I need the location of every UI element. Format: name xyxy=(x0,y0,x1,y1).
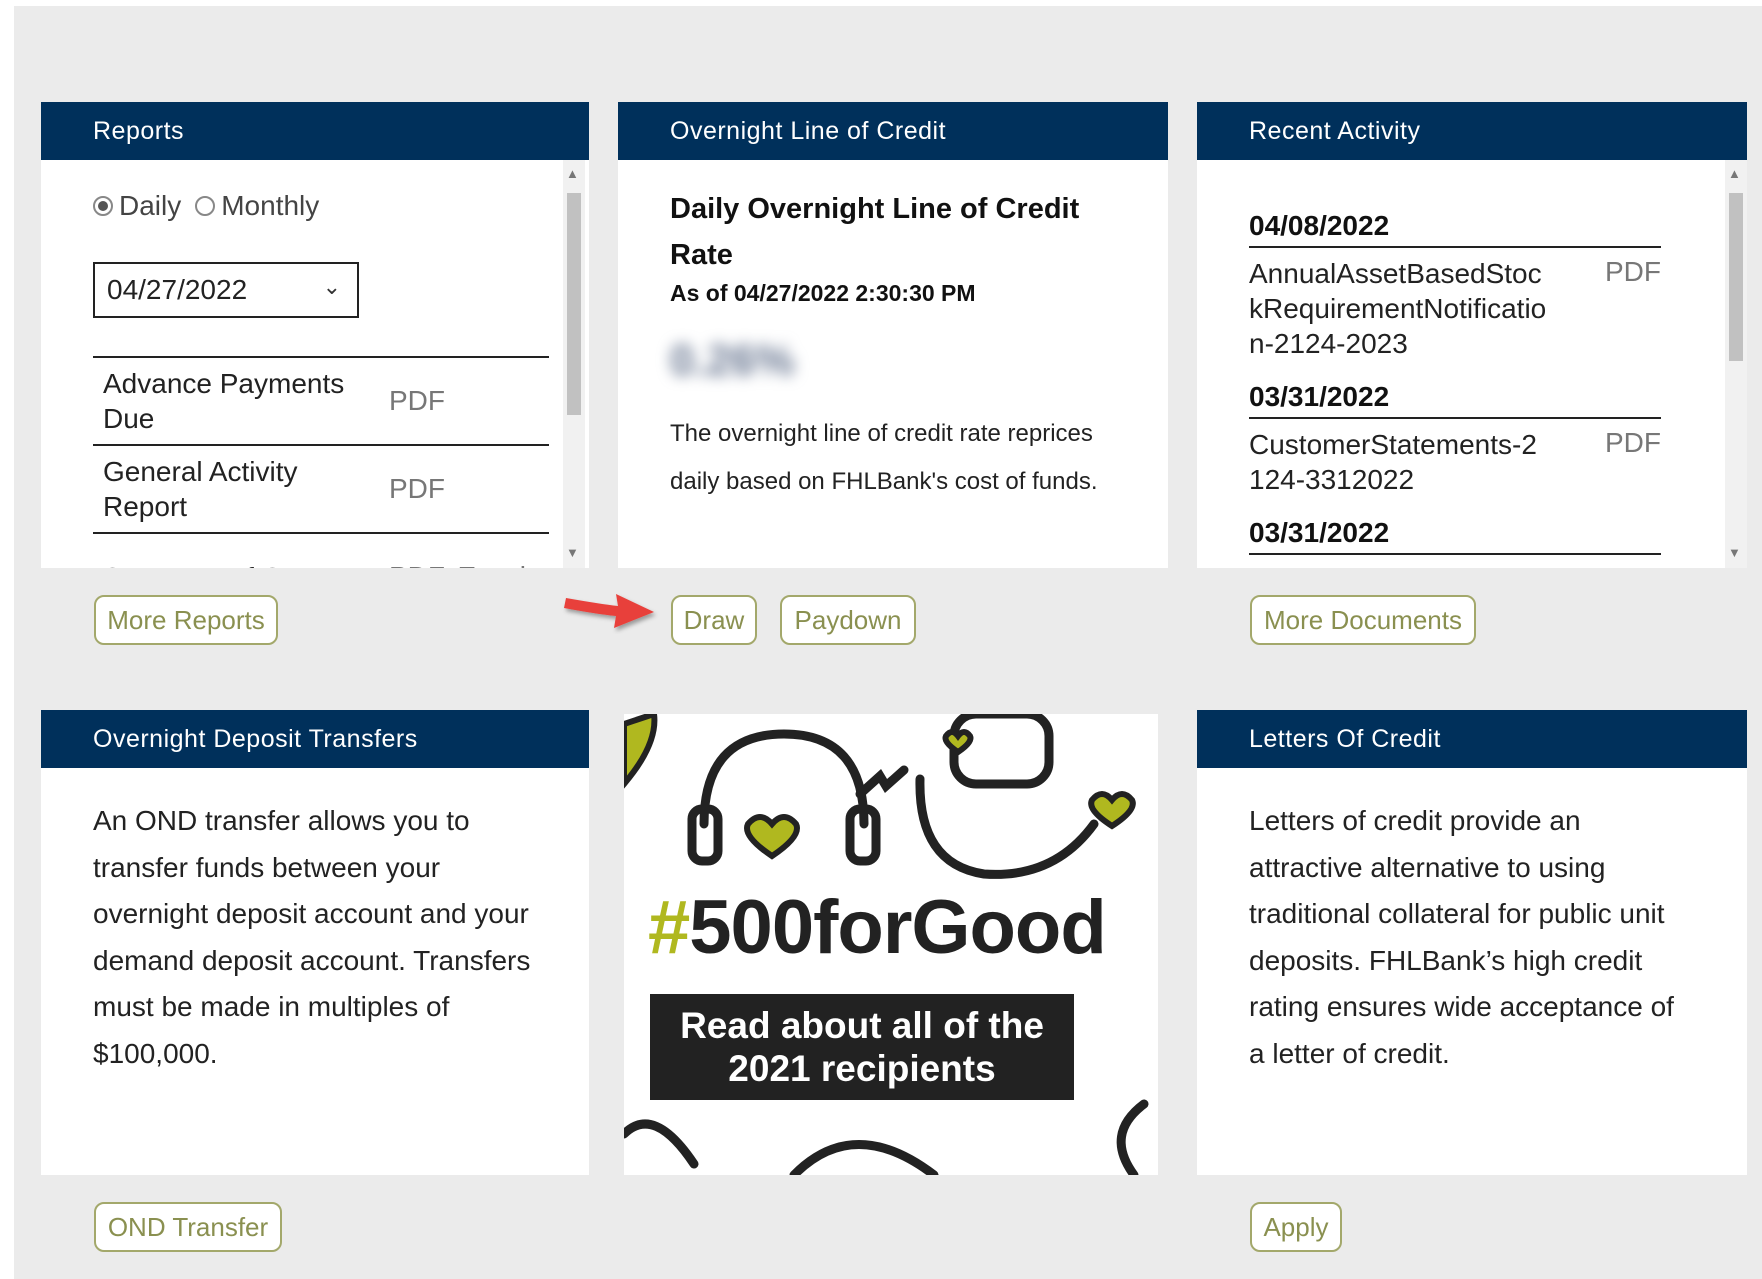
reports-list: Advance Payments Due PDF General Activit… xyxy=(93,356,549,568)
activity-document-name[interactable]: CustomerStatements-2124-3312022 xyxy=(1249,427,1549,497)
promo-hashtag: #500forGood xyxy=(648,884,1107,971)
loc-description: Letters of credit provide an attractive … xyxy=(1249,805,1674,1069)
monthly-radio-label[interactable]: Monthly xyxy=(221,190,319,222)
paydown-button[interactable]: Paydown xyxy=(780,595,916,645)
olc-description: The overnight line of credit rate repric… xyxy=(670,420,1098,495)
period-radio-group: Daily Monthly xyxy=(93,190,333,222)
olc-card: Overnight Line of Credit Daily Overnight… xyxy=(618,102,1168,568)
monthly-radio[interactable] xyxy=(195,196,216,216)
report-row[interactable]: General Activity Report PDF xyxy=(93,446,549,534)
activity-item[interactable]: CustomerStatements-2124-3312022 PDF xyxy=(1249,427,1661,497)
report-type-link[interactable]: PDF, Excel xyxy=(389,561,526,568)
left-strip xyxy=(0,0,14,1279)
promo-hashtag-text: 500forGood xyxy=(689,885,1106,970)
olc-body: Daily Overnight Line of Credit Rate As o… xyxy=(618,160,1168,568)
reports-scrollbar[interactable]: ▲ ▼ xyxy=(563,160,585,568)
olc-rate-value: 0.26% xyxy=(670,336,795,385)
red-arrow-annotation xyxy=(564,594,654,628)
activity-date: 04/08/2022 xyxy=(1249,210,1661,248)
activity-date: 03/31/2022 xyxy=(1249,517,1661,555)
report-type-link[interactable]: PDF xyxy=(389,385,445,417)
report-date-select[interactable]: 04/27/2022 ⌄ xyxy=(93,262,359,318)
report-type-link[interactable]: PDF xyxy=(389,473,445,505)
activity-scroll-thumb[interactable] xyxy=(1729,193,1743,361)
ond-card: Overnight Deposit Transfers An OND trans… xyxy=(41,710,589,1175)
activity-body: 04/08/2022 AnnualAssetBasedStockRequirem… xyxy=(1197,160,1747,568)
activity-header: Recent Activity xyxy=(1197,102,1747,160)
promo-cta-line2[interactable]: 2021 recipients xyxy=(728,1047,995,1090)
chevron-down-icon: ⌄ xyxy=(322,274,341,299)
scroll-down-arrow-icon[interactable]: ▼ xyxy=(566,545,579,560)
ond-transfer-button[interactable]: OND Transfer xyxy=(94,1202,282,1252)
report-row[interactable]: Summary of Current PDF, Excel xyxy=(93,534,549,568)
scroll-up-arrow-icon[interactable]: ▲ xyxy=(566,166,579,181)
promo-cta-line1[interactable]: Read about all of the xyxy=(680,1004,1044,1047)
ond-body: An OND transfer allows you to transfer f… xyxy=(41,768,589,1175)
activity-card: Recent Activity 04/08/2022 AnnualAssetBa… xyxy=(1197,102,1747,568)
scroll-up-arrow-icon[interactable]: ▲ xyxy=(1728,166,1741,181)
activity-document-name[interactable]: AnnualAssetBasedStockRequirementNotifica… xyxy=(1249,256,1549,361)
report-date-value: 04/27/2022 xyxy=(107,274,248,305)
loc-header: Letters Of Credit xyxy=(1197,710,1747,768)
more-documents-button[interactable]: More Documents xyxy=(1250,595,1476,645)
top-strip xyxy=(0,0,1762,6)
activity-list: 04/08/2022 AnnualAssetBasedStockRequirem… xyxy=(1249,210,1661,555)
promo-cta-box[interactable]: Read about all of the 2021 recipients xyxy=(650,994,1074,1100)
report-row[interactable]: Advance Payments Due PDF xyxy=(93,358,549,446)
ond-description: An OND transfer allows you to transfer f… xyxy=(93,805,531,1069)
report-name[interactable]: Advance Payments Due xyxy=(93,366,389,436)
reports-card: Reports Daily Monthly 04/27/2022 ⌄ Advan… xyxy=(41,102,589,568)
reports-body: Daily Monthly 04/27/2022 ⌄ Advance Payme… xyxy=(41,160,589,568)
olc-heading: Daily Overnight Line of Credit Rate xyxy=(670,193,1080,271)
activity-item[interactable]: AnnualAssetBasedStockRequirementNotifica… xyxy=(1249,256,1661,361)
promo-banner[interactable]: #500forGood Read about all of the 2021 r… xyxy=(624,714,1158,1175)
olc-header: Overnight Line of Credit xyxy=(618,102,1168,160)
daily-radio[interactable] xyxy=(93,196,113,216)
ond-header: Overnight Deposit Transfers xyxy=(41,710,589,768)
promo-image[interactable]: #500forGood Read about all of the 2021 r… xyxy=(624,714,1158,1175)
report-name[interactable]: Summary of Current xyxy=(93,560,389,569)
reports-scroll-thumb[interactable] xyxy=(567,193,581,415)
activity-document-type[interactable]: PDF xyxy=(1605,427,1661,497)
draw-button[interactable]: Draw xyxy=(671,595,757,645)
more-reports-button[interactable]: More Reports xyxy=(94,595,278,645)
report-name[interactable]: General Activity Report xyxy=(93,454,389,524)
reports-header: Reports xyxy=(41,102,589,160)
promo-hashtag-symbol: # xyxy=(648,885,690,970)
olc-as-of: As of 04/27/2022 2:30:30 PM xyxy=(670,280,976,306)
scroll-down-arrow-icon[interactable]: ▼ xyxy=(1728,545,1741,560)
activity-scrollbar[interactable]: ▲ ▼ xyxy=(1725,160,1747,568)
activity-date: 03/31/2022 xyxy=(1249,381,1661,419)
daily-radio-label[interactable]: Daily xyxy=(119,190,181,222)
apply-button[interactable]: Apply xyxy=(1250,1202,1342,1252)
loc-card: Letters Of Credit Letters of credit prov… xyxy=(1197,710,1747,1175)
activity-document-type[interactable]: PDF xyxy=(1605,256,1661,361)
loc-body: Letters of credit provide an attractive … xyxy=(1197,768,1747,1175)
